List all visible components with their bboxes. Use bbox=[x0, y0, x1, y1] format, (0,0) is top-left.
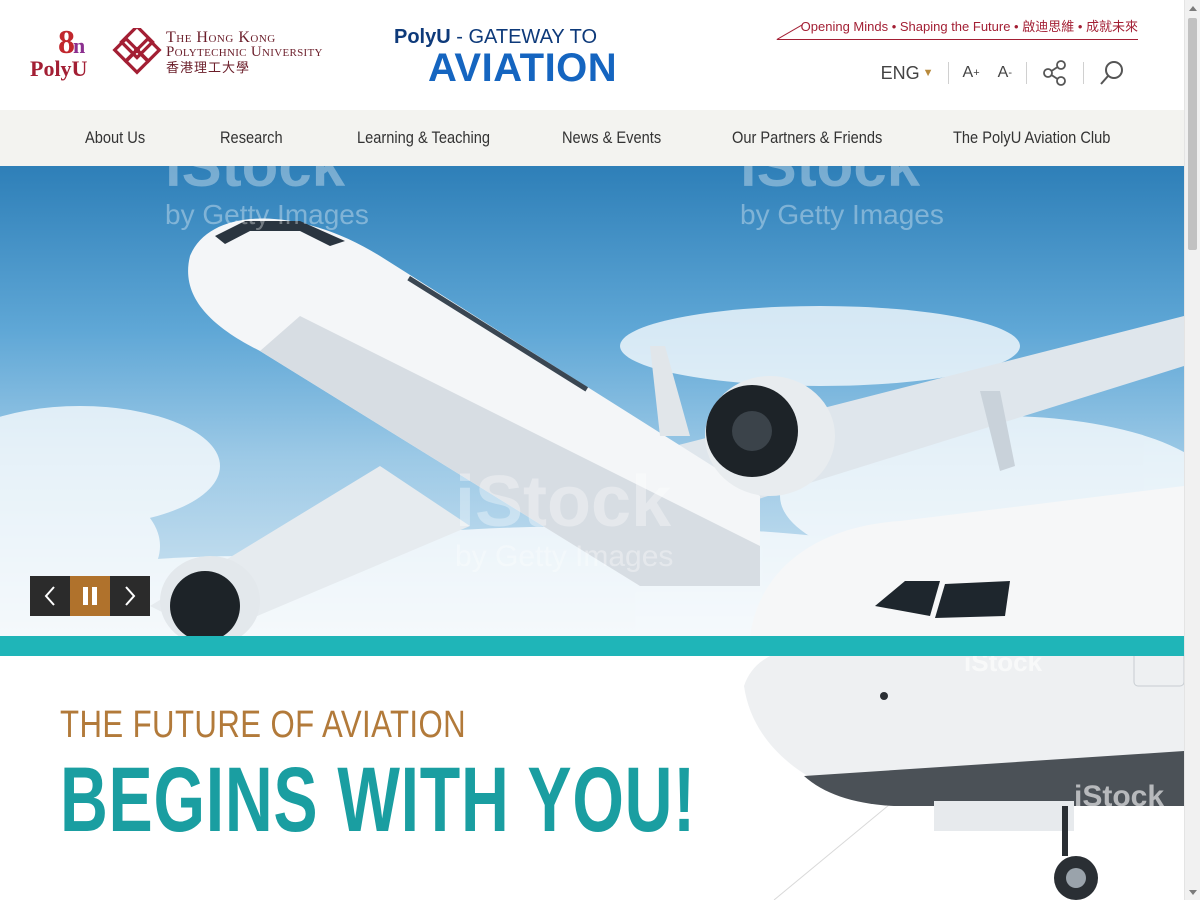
tagline-main: BEGINS WITH YOU! bbox=[60, 749, 696, 851]
site-title-prefix-rest: - GATEWAY TO bbox=[450, 26, 598, 48]
watermark-text: iStock bbox=[964, 656, 1043, 677]
chevron-right-icon bbox=[125, 586, 136, 606]
header-tools: ENG ▼ A + A- bbox=[867, 56, 1140, 90]
page-scrollbar[interactable] bbox=[1184, 0, 1200, 900]
chevron-left-icon bbox=[44, 586, 55, 606]
intro-section: THE FUTURE OF AVIATION BEGINS WITH YOU! … bbox=[0, 656, 1184, 900]
language-label: ENG bbox=[880, 62, 920, 83]
nav-item-partners-friends[interactable]: Our Partners & Friends bbox=[732, 110, 882, 166]
share-icon bbox=[1043, 60, 1066, 86]
university-name-chinese: 香港理工大學 bbox=[166, 60, 251, 75]
nav-item-research[interactable]: Research bbox=[220, 110, 283, 166]
university-name-line1: The Hong Kong bbox=[166, 29, 276, 46]
main-navigation: About Us Research Learning & Teaching Ne… bbox=[0, 110, 1184, 166]
hero-accent-strip bbox=[0, 636, 1184, 656]
logo-number-suffix: n bbox=[73, 33, 85, 58]
carousel-controls bbox=[30, 576, 150, 616]
university-name-line2: Polytechnic University bbox=[166, 44, 323, 60]
search-icon bbox=[1100, 61, 1123, 85]
watermark-subtext: by Getty Images bbox=[740, 199, 944, 230]
site-title-main: AVIATION bbox=[428, 46, 618, 90]
watermark-text: iStock bbox=[1074, 780, 1164, 813]
site-title-logo[interactable]: PolyU - GATEWAY TO AVIATION bbox=[394, 26, 617, 90]
nav-item-news-events[interactable]: News & Events bbox=[562, 110, 661, 166]
plane-nose-image: iStock iStock bbox=[744, 656, 1184, 900]
page: 8n PolyU The Hong Kong Polytechnic Unive… bbox=[0, 0, 1200, 900]
language-selector[interactable]: ENG ▼ bbox=[867, 56, 948, 90]
site-header: 8n PolyU The Hong Kong Polytechnic Unive… bbox=[0, 0, 1184, 110]
font-decrease-button[interactable]: A- bbox=[994, 56, 1026, 90]
nav-item-learning-teaching[interactable]: Learning & Teaching bbox=[357, 110, 490, 166]
watermark-text: iStock bbox=[740, 166, 921, 199]
watermark-subtext: by Getty Images bbox=[455, 540, 673, 573]
watermark-text: iStock bbox=[455, 462, 672, 542]
carousel-pause-button[interactable] bbox=[70, 576, 110, 616]
university-emblem-icon[interactable] bbox=[112, 28, 162, 78]
logo-word: PolyU bbox=[30, 56, 88, 81]
hero-airplane-image: iStock by Getty Images iStock by Getty I… bbox=[0, 166, 1184, 636]
hero-carousel: iStock by Getty Images iStock by Getty I… bbox=[0, 166, 1184, 636]
search-button[interactable] bbox=[1084, 56, 1140, 90]
site-title-prefix: PolyU bbox=[394, 26, 451, 48]
tagline-heading: THE FUTURE OF AVIATION bbox=[60, 704, 467, 746]
scroll-thumb[interactable] bbox=[1188, 18, 1197, 250]
watermark-text: iStock bbox=[165, 166, 346, 199]
font-increase-button[interactable]: A + bbox=[949, 56, 994, 90]
arrow-up-icon bbox=[1189, 5, 1197, 11]
nav-item-about-us[interactable]: About Us bbox=[85, 110, 145, 166]
chevron-down-icon: ▼ bbox=[922, 67, 934, 79]
arrow-down-icon bbox=[1189, 889, 1197, 895]
carousel-prev-button[interactable] bbox=[30, 576, 70, 616]
carousel-next-button[interactable] bbox=[110, 576, 150, 616]
university-name[interactable]: The Hong Kong Polytechnic University 香港理… bbox=[166, 29, 323, 76]
share-button[interactable] bbox=[1027, 56, 1083, 90]
polyu-anniversary-logo[interactable]: 8n PolyU bbox=[28, 24, 98, 84]
scroll-down-button[interactable] bbox=[1185, 884, 1200, 900]
university-slogan: Opening Minds • Shaping the Future • 啟迪思… bbox=[776, 14, 1138, 40]
pause-icon bbox=[83, 587, 97, 605]
scroll-up-button[interactable] bbox=[1185, 0, 1200, 16]
watermark-subtext: by Getty Images bbox=[165, 199, 369, 230]
nav-item-aviation-club[interactable]: The PolyU Aviation Club bbox=[953, 110, 1110, 166]
